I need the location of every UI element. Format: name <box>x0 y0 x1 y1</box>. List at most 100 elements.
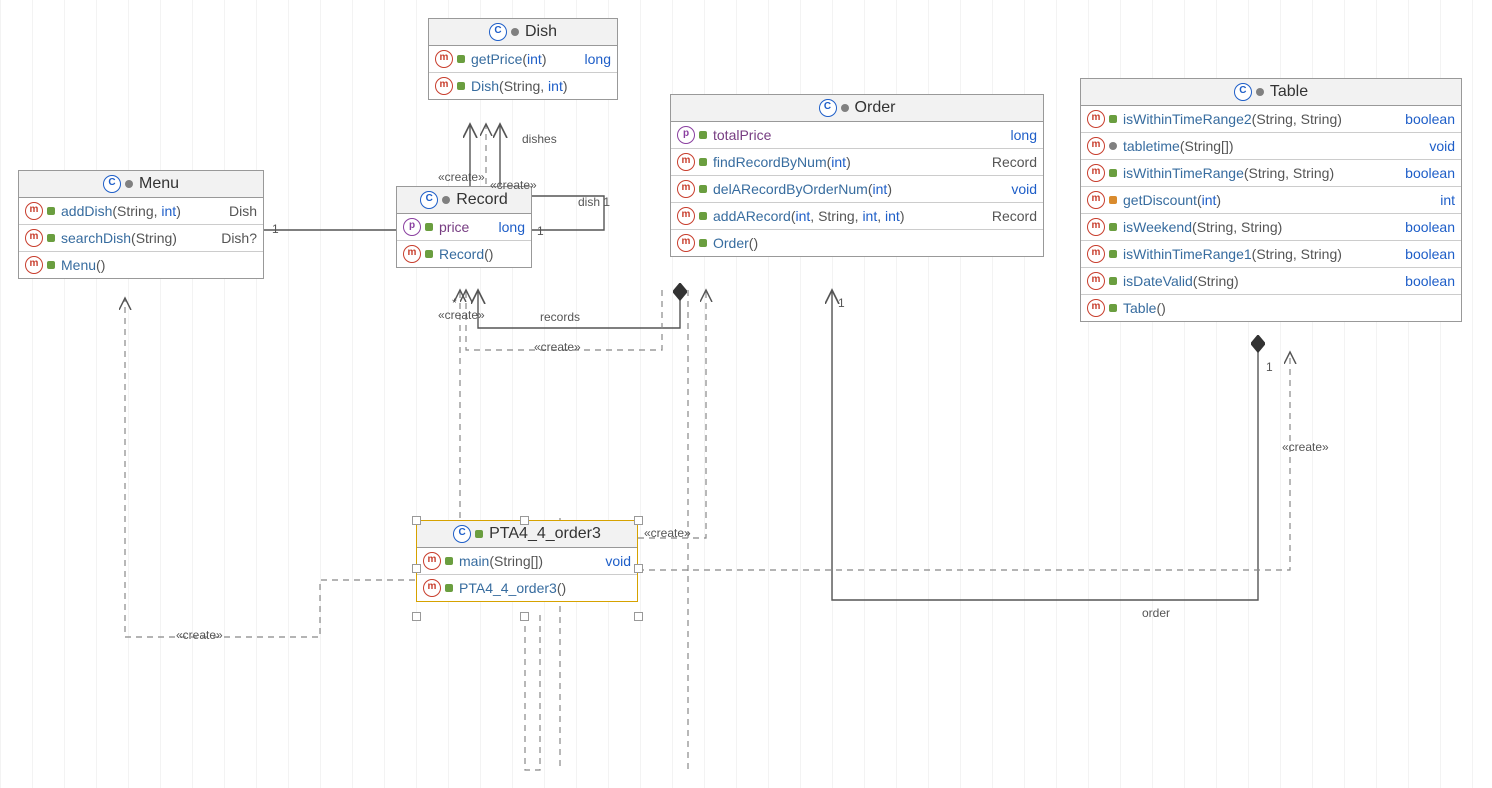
visibility-icon <box>47 234 55 242</box>
return-type: void <box>605 553 631 569</box>
class-icon: C <box>453 525 471 543</box>
member-row[interactable]: m addARecord (int, String, int, int) Rec… <box>671 203 1043 230</box>
visibility-icon <box>442 196 450 204</box>
member-name: isDateValid <box>1123 273 1193 289</box>
member-row[interactable]: m delARecordByOrderNum (int) void <box>671 176 1043 203</box>
member-name: Order <box>713 235 749 251</box>
resize-handle[interactable] <box>520 516 529 525</box>
visibility-icon <box>699 239 707 247</box>
class-pta[interactable]: C PTA4_4_order3 m main (String[]) void m… <box>416 520 638 602</box>
member-name: delARecordByOrderNum <box>713 181 868 197</box>
visibility-icon <box>475 530 483 538</box>
member-name: tabletime <box>1123 138 1180 154</box>
visibility-icon <box>1109 169 1117 177</box>
edge-stereotype: «create» <box>532 340 583 354</box>
method-icon: m <box>25 256 43 274</box>
visibility-icon <box>699 131 707 139</box>
property-name: price <box>439 219 469 235</box>
member-name: isWithinTimeRange1 <box>1123 246 1252 262</box>
visibility-icon <box>425 250 433 258</box>
member-name: Dish <box>471 78 499 94</box>
member-row[interactable]: m searchDish (String) Dish? <box>19 225 263 252</box>
member-name: Menu <box>61 257 96 273</box>
resize-handle[interactable] <box>412 564 421 573</box>
visibility-icon <box>1109 250 1117 258</box>
return-type: void <box>1011 181 1037 197</box>
resize-handle[interactable] <box>520 612 529 621</box>
edge-stereotype: «create» <box>436 170 487 184</box>
member-row[interactable]: m isDateValid (String) boolean <box>1081 268 1461 295</box>
class-order[interactable]: C Order p totalPrice long m findRecordBy… <box>670 94 1044 257</box>
member-row[interactable]: m addDish (String, int) Dish <box>19 198 263 225</box>
member-params: (String, String) <box>1252 111 1342 127</box>
class-name: Dish <box>525 23 557 41</box>
member-row[interactable]: m Menu () <box>19 252 263 278</box>
member-params: () <box>749 235 758 251</box>
resize-handle[interactable] <box>634 516 643 525</box>
member-row[interactable]: p price long <box>397 214 531 241</box>
member-name: addDish <box>61 203 112 219</box>
method-icon: m <box>677 153 695 171</box>
edge-multiplicity: 1 <box>535 224 546 238</box>
class-header: C Menu <box>19 171 263 198</box>
method-icon: m <box>677 234 695 252</box>
visibility-icon <box>1109 277 1117 285</box>
method-icon: m <box>1087 218 1105 236</box>
class-name: Menu <box>139 175 179 193</box>
member-row[interactable]: m Table () <box>1081 295 1461 321</box>
member-row[interactable]: p totalPrice long <box>671 122 1043 149</box>
member-row[interactable]: m Order () <box>671 230 1043 256</box>
visibility-icon <box>699 185 707 193</box>
visibility-icon <box>1109 115 1117 123</box>
edge-label: records <box>538 310 582 324</box>
class-header: C PTA4_4_order3 <box>417 521 637 548</box>
member-row[interactable]: m tabletime (String[]) void <box>1081 133 1461 160</box>
member-row[interactable]: m isWithinTimeRange (String, String) boo… <box>1081 160 1461 187</box>
member-row[interactable]: m getPrice (int) long <box>429 46 617 73</box>
method-icon: m <box>677 180 695 198</box>
class-menu[interactable]: C Menu m addDish (String, int) Dish m se… <box>18 170 264 279</box>
method-icon: m <box>1087 272 1105 290</box>
visibility-icon <box>511 28 519 36</box>
member-row[interactable]: m Dish (String, int) <box>429 73 617 99</box>
edge-multiplicity: 1 <box>1264 360 1275 374</box>
method-icon: m <box>25 202 43 220</box>
class-dish[interactable]: C Dish m getPrice (int) long m Dish (Str… <box>428 18 618 100</box>
resize-handle[interactable] <box>634 612 643 621</box>
edge-label: order <box>1140 606 1172 620</box>
visibility-icon <box>699 158 707 166</box>
method-icon: m <box>1087 245 1105 263</box>
class-icon: C <box>819 99 837 117</box>
member-name: getPrice <box>471 51 522 67</box>
member-params: (int) <box>522 51 546 67</box>
class-record[interactable]: C Record p price long m Record () <box>396 186 532 268</box>
member-name: main <box>459 553 489 569</box>
visibility-icon <box>47 207 55 215</box>
member-row[interactable]: m getDiscount (int) int <box>1081 187 1461 214</box>
class-icon: C <box>489 23 507 41</box>
return-type: boolean <box>1405 111 1455 127</box>
member-row[interactable]: m PTA4_4_order3 () <box>417 575 637 601</box>
member-row[interactable]: m isWeekend (String, String) boolean <box>1081 214 1461 241</box>
class-table[interactable]: C Table m isWithinTimeRange2 (String, St… <box>1080 78 1462 322</box>
visibility-icon <box>841 104 849 112</box>
member-name: Record <box>439 246 484 262</box>
member-row[interactable]: m findRecordByNum (int) Record <box>671 149 1043 176</box>
edge-multiplicity: 1 <box>270 222 281 236</box>
resize-handle[interactable] <box>412 516 421 525</box>
method-icon: m <box>435 50 453 68</box>
edge-label: dishes <box>520 132 559 146</box>
member-row[interactable]: m Record () <box>397 241 531 267</box>
method-icon: m <box>403 245 421 263</box>
member-name: getDiscount <box>1123 192 1197 208</box>
member-params: (int, String, int, int) <box>791 208 905 224</box>
member-row[interactable]: m isWithinTimeRange2 (String, String) bo… <box>1081 106 1461 133</box>
resize-handle[interactable] <box>412 612 421 621</box>
member-row[interactable]: m main (String[]) void <box>417 548 637 575</box>
resize-handle[interactable] <box>634 564 643 573</box>
return-type: void <box>1429 138 1455 154</box>
method-icon: m <box>1087 191 1105 209</box>
return-type: int <box>1440 192 1455 208</box>
member-row[interactable]: m isWithinTimeRange1 (String, String) bo… <box>1081 241 1461 268</box>
class-name: Table <box>1270 83 1308 101</box>
